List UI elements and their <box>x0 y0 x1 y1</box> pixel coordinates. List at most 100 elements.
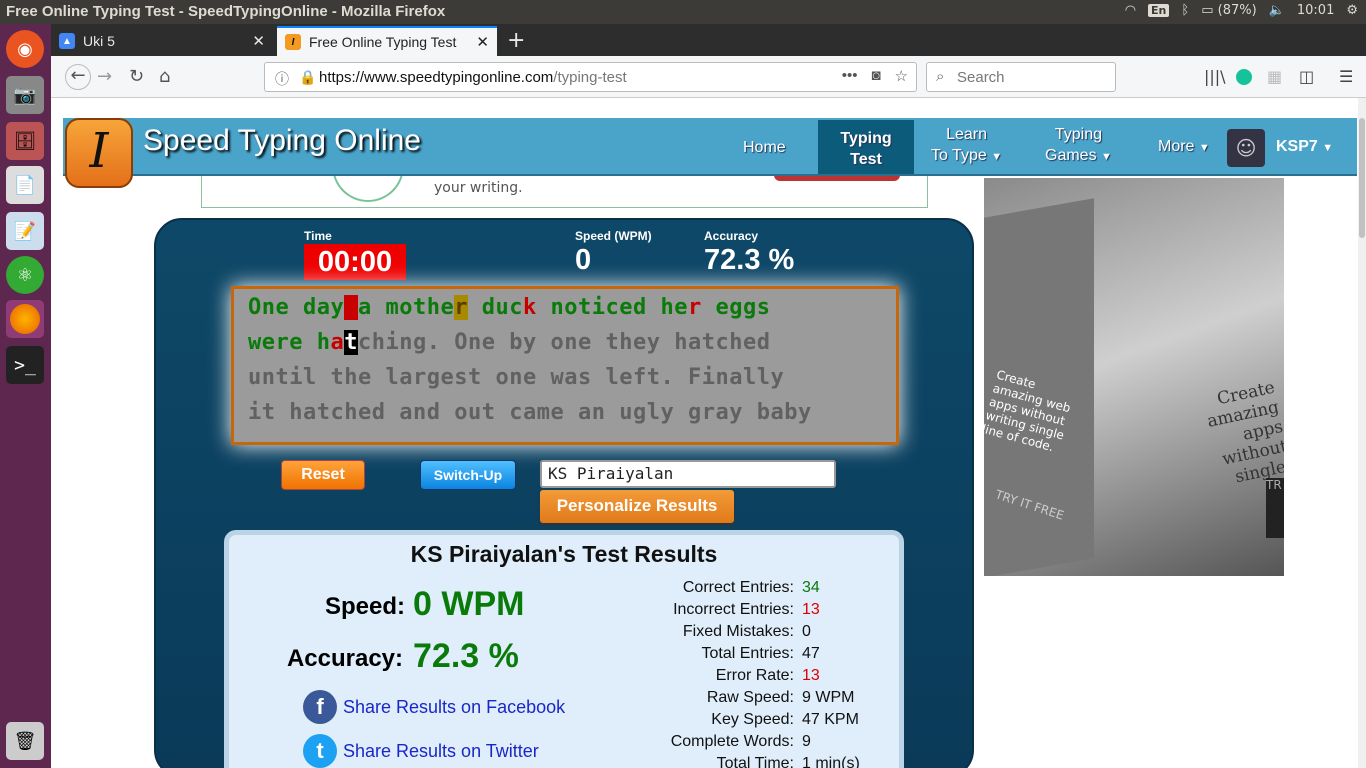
switch-up-button[interactable]: Switch-Up <box>420 460 516 490</box>
tab-uki5[interactable]: ▲ Uki 5 ✕ <box>51 26 273 56</box>
nav-typing-test[interactable]: Typing Test <box>818 120 914 174</box>
facebook-icon: f <box>303 690 337 724</box>
browser-navigation-bar: ← → ↻ ⌂ ⓘ 🔒 https://www.speedtypingonlin… <box>51 56 1366 98</box>
text-line-3: until the largest one was left. Finally <box>248 365 785 390</box>
browser-tab-strip: ▲ Uki 5 ✕ I Free Online Typing Test ✕ + <box>51 24 1366 56</box>
personalize-results-button[interactable]: Personalize Results <box>540 490 734 523</box>
firefox-icon[interactable] <box>6 300 44 338</box>
results-speed-value: 0 WPM <box>413 585 525 623</box>
stat-row: Incorrect Entries: 13 <box>673 601 820 618</box>
close-tab-icon[interactable]: ✕ <box>476 33 489 51</box>
writer-icon[interactable]: 📝 <box>6 212 44 250</box>
page-actions-icon[interactable]: ••• <box>842 67 858 85</box>
file-manager-icon[interactable]: 🗄 <box>6 122 44 160</box>
site-header: I Speed Typing Online Home Typing Test L… <box>63 118 1357 188</box>
top-ad-banner[interactable]: your writing. <box>201 160 928 208</box>
bluetooth-icon[interactable]: ᛒ <box>1181 3 1189 18</box>
os-top-bar: Free Online Typing Test - SpeedTypingOnl… <box>0 0 1366 24</box>
tab-favicon-icon: ▲ <box>59 33 75 49</box>
menu-icon[interactable]: ☰ <box>1339 67 1353 86</box>
dropdown-arrow-icon: ▼ <box>1101 151 1112 163</box>
reload-icon[interactable]: ↻ <box>129 66 144 87</box>
timer-display: 00:00 <box>304 244 406 280</box>
nav-typing-games[interactable]: Typing Games ▼ <box>1045 124 1112 168</box>
typing-text-area[interactable]: One day a mother duck noticed her eggs w… <box>231 286 899 445</box>
bookmark-star-icon[interactable]: ☆ <box>895 67 908 85</box>
terminal-icon[interactable]: >_ <box>6 346 44 384</box>
scrollbar-thumb[interactable] <box>1359 118 1365 238</box>
ad-text: your writing. <box>434 180 523 196</box>
search-icon: ⌕ <box>936 68 945 85</box>
trash-icon[interactable]: 🗑 <box>6 722 44 760</box>
document-viewer-icon[interactable]: 📄 <box>6 166 44 204</box>
pocket-icon[interactable]: ◙ <box>871 67 880 85</box>
site-name[interactable]: Speed Typing Online <box>143 124 421 158</box>
twitter-icon: t <box>303 734 337 768</box>
ad-cta-cut: TR <box>1266 478 1284 538</box>
dropdown-arrow-icon: ▼ <box>991 151 1003 163</box>
nav-more[interactable]: More ▼ <box>1158 136 1210 159</box>
extension-icon[interactable]: ▦ <box>1267 67 1282 86</box>
ubuntu-launcher: ◉ 📷 🗄 📄 📝 ⚛ >_ 🗑 <box>0 24 51 768</box>
url-actions: ••• ◙ ☆ <box>842 67 908 85</box>
lock-icon[interactable]: 🔒 <box>299 69 316 86</box>
stat-row: Total Time: 1 min(s) <box>716 755 860 768</box>
results-accuracy-value: 72.3 % <box>413 637 519 675</box>
home-icon[interactable]: ⌂ <box>159 66 170 87</box>
site-logo[interactable]: I <box>65 118 133 188</box>
wifi-icon[interactable]: ◠ <box>1125 3 1136 18</box>
avatar[interactable]: ☺ <box>1227 129 1265 167</box>
results-title: KS Piraiyalan's Test Results <box>410 541 718 567</box>
page-scrollbar[interactable] <box>1358 98 1366 768</box>
forward-icon[interactable]: → <box>97 66 112 87</box>
web-page: your writing. I Speed Typing Online Home… <box>51 98 1366 768</box>
info-icon[interactable]: ⓘ <box>275 69 289 89</box>
close-tab-icon[interactable]: ✕ <box>252 32 265 50</box>
typing-test-panel: Time 00:00 Speed (WPM) 0 Accuracy 72.3 %… <box>154 218 974 768</box>
user-menu[interactable]: KSP7 ▼ <box>1276 138 1333 156</box>
share-twitter-link[interactable]: t Share Results on Twitter <box>303 734 539 768</box>
grammarly-icon[interactable] <box>1236 69 1252 85</box>
stat-row: Raw Speed: 9 WPM <box>706 689 855 706</box>
url-text[interactable]: https://www.speedtypingonline.com/typing… <box>319 69 627 86</box>
tab-favicon-icon: I <box>285 34 301 50</box>
tab-label: Free Online Typing Test <box>309 34 457 50</box>
battery-indicator[interactable]: ▭ (87%) <box>1201 3 1256 18</box>
test-results-panel: KS Piraiyalan's Test Results Speed: 0 WP… <box>224 530 904 768</box>
url-bar[interactable]: ⓘ 🔒 https://www.speedtypingonline.com/ty… <box>264 62 917 92</box>
dropdown-arrow-icon: ▼ <box>1322 142 1334 154</box>
ubuntu-dash-icon[interactable]: ◉ <box>6 30 44 68</box>
library-icon[interactable]: |||\ <box>1204 67 1226 86</box>
time-label: Time <box>304 229 332 243</box>
name-input[interactable]: KS Piraiyalan <box>540 460 836 488</box>
stat-row: Key Speed: 47 KPM <box>711 711 859 728</box>
settings-gear-icon[interactable]: ⚙ <box>1346 3 1358 18</box>
camera-app-icon[interactable]: 📷 <box>6 76 44 114</box>
dropdown-arrow-icon: ▼ <box>1198 142 1210 154</box>
nav-home[interactable]: Home <box>743 137 786 158</box>
atom-editor-icon[interactable]: ⚛ <box>6 256 44 294</box>
stat-row: Total Entries: 47 <box>701 645 820 662</box>
new-tab-icon[interactable]: + <box>507 28 525 53</box>
share-facebook-link[interactable]: f Share Results on Facebook <box>303 690 565 724</box>
results-stats: Correct Entries: 34 Incorrect Entries: 13 … <box>649 579 860 768</box>
clock[interactable]: 10:01 <box>1297 3 1334 18</box>
stat-row: Error Rate: 13 <box>715 667 820 684</box>
tab-typing-test[interactable]: I Free Online Typing Test ✕ <box>277 26 497 56</box>
battery-icon: ▭ <box>1201 3 1214 18</box>
reset-button[interactable]: Reset <box>281 460 365 490</box>
back-icon[interactable]: ← <box>65 64 91 90</box>
volume-muted-icon[interactable]: 🔈 <box>1269 3 1285 18</box>
right-advertisement[interactable]: Create amazing web apps without writing … <box>984 178 1284 576</box>
text-line-2: were hatching. One by one they hatched <box>248 330 771 355</box>
stat-row: Correct Entries: 34 <box>682 579 820 596</box>
sidebar-icon[interactable]: ◫ <box>1299 67 1314 86</box>
nav-learn-to-type[interactable]: Learn To Type ▼ <box>931 124 1002 168</box>
speed-label: Speed (WPM) <box>575 229 652 243</box>
stat-row: Fixed Mistakes: 0 <box>682 623 811 640</box>
search-input[interactable]: ⌕ Search <box>926 62 1116 92</box>
results-speed-label: Speed: <box>324 593 405 620</box>
results-accuracy-label: Accuracy: <box>286 645 403 672</box>
accuracy-label: Accuracy <box>704 229 759 243</box>
keyboard-layout-indicator[interactable]: En <box>1148 4 1170 17</box>
